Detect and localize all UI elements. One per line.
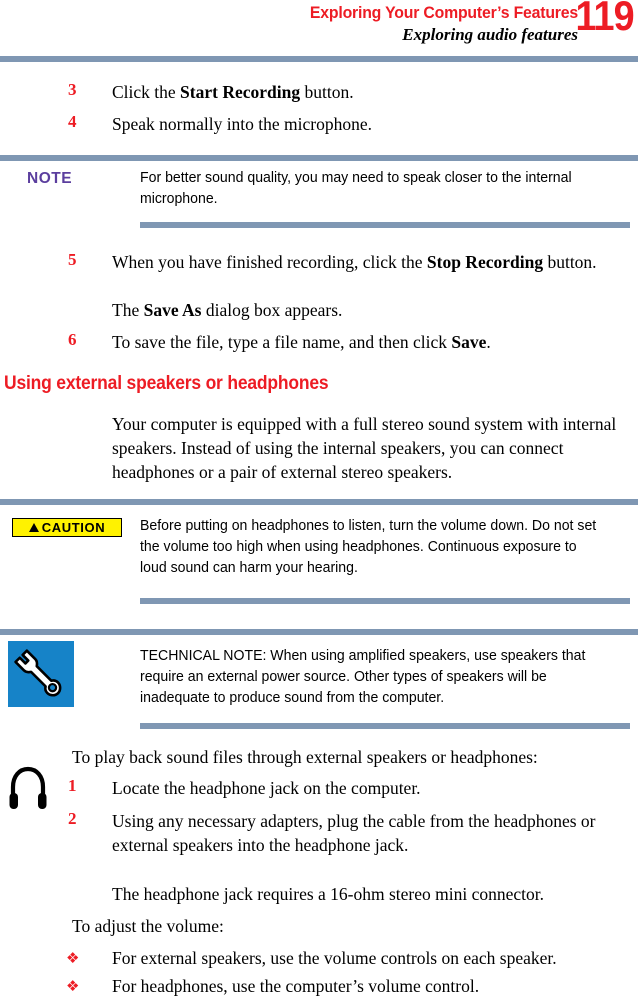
step-number: 5 <box>68 250 77 269</box>
bullet-text: For external speakers, use the volume co… <box>112 948 557 968</box>
caution-badge: CAUTION <box>12 518 122 537</box>
step-number: 6 <box>68 330 77 349</box>
page-number: 119 <box>575 0 635 39</box>
rule-divider-caution-bottom <box>140 598 630 604</box>
step-text-before: Click the <box>112 82 181 102</box>
wrench-icon <box>8 641 74 707</box>
save-as-bold: Save As <box>143 300 202 320</box>
step-text: Click the Start Recording button. <box>112 80 632 104</box>
step-text-bold: Start Recording <box>180 82 301 102</box>
section-paragraph: Your computer is equipped with a full st… <box>112 414 617 482</box>
step-text: When you have finished recording, click … <box>112 250 632 274</box>
step-text-after: button. <box>300 82 354 102</box>
header-titles: Exploring Your Computer’s Features Explo… <box>58 2 578 47</box>
rule-divider-technote-bottom <box>140 723 630 729</box>
headphones-icon <box>8 765 48 813</box>
step-text-before: To save the file, type a file name, and … <box>112 332 452 352</box>
save-as-text-after: dialog box appears. <box>201 300 343 320</box>
caution-label: CAUTION <box>41 520 106 535</box>
save-as-paragraph: The Save As dialog box appears. <box>112 298 634 322</box>
section-heading: Using external speakers or headphones <box>4 373 329 394</box>
step-text: Locate the headphone jack on the compute… <box>112 778 421 798</box>
rule-divider-top <box>0 56 638 62</box>
rule-divider-technote-top <box>0 629 638 635</box>
step-text-bold: Save <box>451 332 487 352</box>
rule-divider-note-bottom <box>140 222 630 228</box>
step-text-bold: Stop Recording <box>426 252 544 272</box>
step-text: Speak normally into the microphone. <box>112 112 632 136</box>
step-text-before: Speak normally into the microphone. <box>112 114 373 134</box>
save-as-text-before: The <box>112 300 144 320</box>
note-text: For better sound quality, you may need t… <box>140 169 572 207</box>
step-number: 3 <box>68 80 77 99</box>
caution-text: Before putting on headphones to listen, … <box>140 517 597 576</box>
note-label: NOTE <box>27 170 73 187</box>
section-title: Exploring audio features <box>402 25 578 44</box>
technical-note-text: TECHNICAL NOTE: When using amplified spe… <box>140 647 586 706</box>
rule-divider-caution-top <box>0 499 638 505</box>
step-number: 4 <box>68 112 77 131</box>
bullet-diamond-icon: ❖ <box>66 977 80 995</box>
chapter-title: Exploring Your Computer’s Features <box>309 3 578 22</box>
step-text: To save the file, type a file name, and … <box>112 330 632 354</box>
step-text-after: button. <box>543 252 597 272</box>
step-text-after: . <box>486 332 491 352</box>
volume-intro: To adjust the volume: <box>72 916 224 936</box>
playback-intro: To play back sound files through externa… <box>72 747 538 767</box>
bullet-text: For headphones, use the computer’s volum… <box>112 976 480 996</box>
step-text-before: When you have finished recording, click … <box>112 252 427 272</box>
step-number: 2 <box>68 809 77 828</box>
step-number: 1 <box>68 776 77 795</box>
rule-divider-note-top <box>0 155 638 161</box>
warning-triangle-icon <box>28 523 39 532</box>
page-header: Exploring Your Computer’s Features Explo… <box>0 0 638 56</box>
playback-result: The headphone jack requires a 16-ohm ste… <box>112 884 544 904</box>
step-text: Using any necessary adapters, plug the c… <box>112 811 596 855</box>
bullet-diamond-icon: ❖ <box>66 949 80 967</box>
